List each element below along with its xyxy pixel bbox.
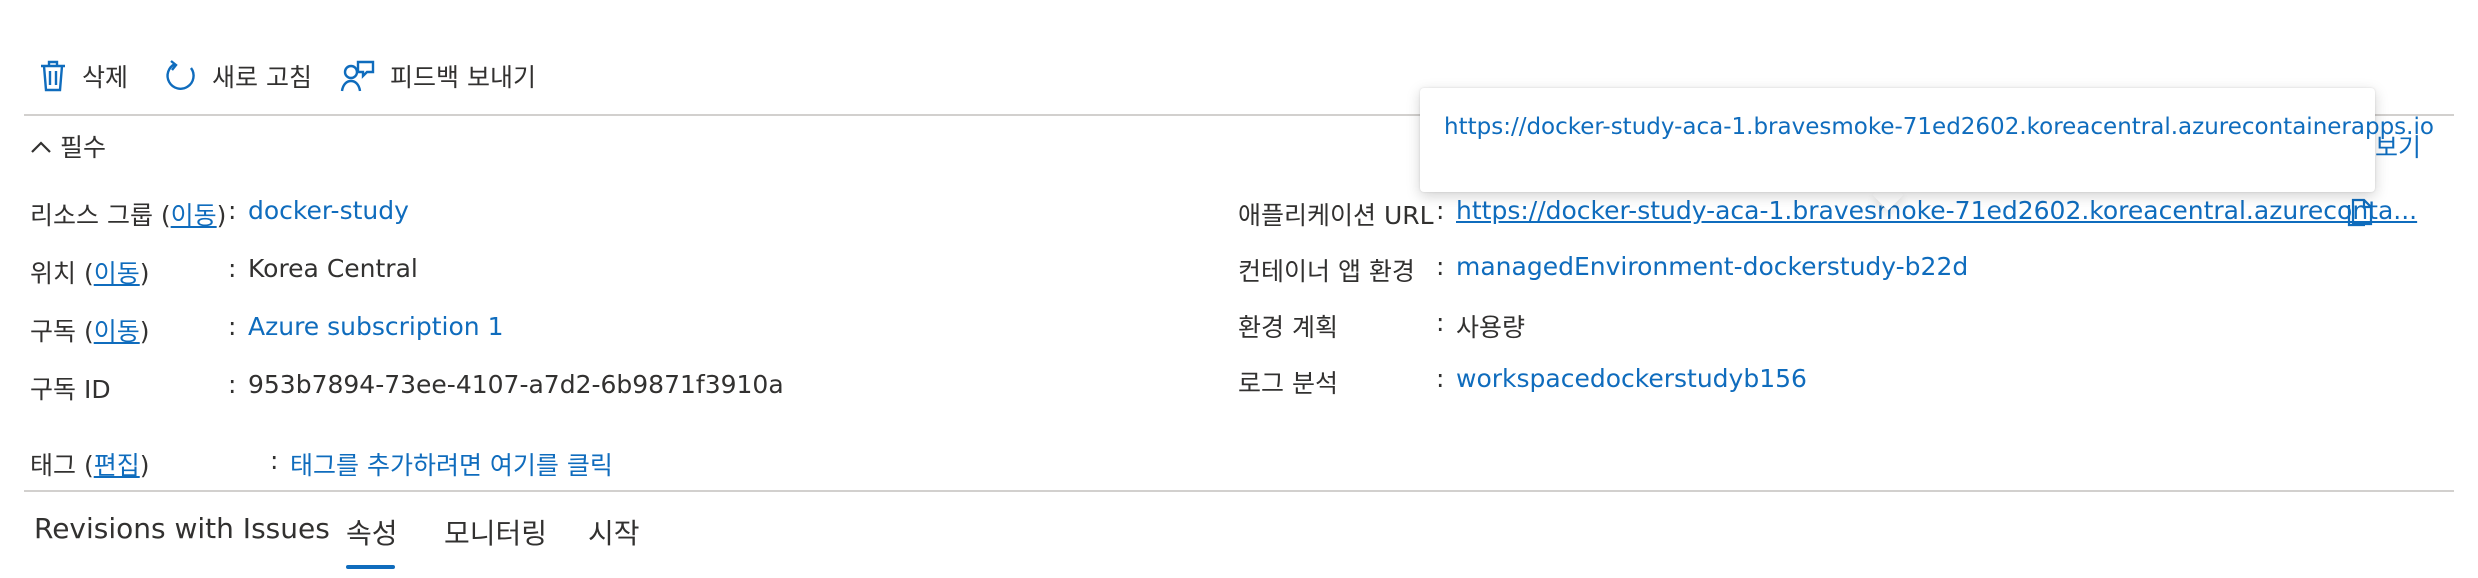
subscription-value[interactable]: Azure subscription 1 [248,312,503,341]
tooltip-url-text: https://docker-study-aca-1.bravesmoke-71… [1444,114,2434,140]
location-value: Korea Central [248,254,418,283]
feedback-icon [340,59,376,93]
copy-url-button[interactable] [2344,196,2374,232]
selected-tab-indicator [346,565,395,569]
tab-monitoring[interactable]: 모니터링 [444,512,547,552]
resource-group-value[interactable]: docker-study [248,196,409,225]
feedback-label: 피드백 보내기 [390,63,536,92]
tab-revisions-with-issues[interactable]: Revisions with Issues [34,512,330,545]
tags-add-link[interactable]: 태그를 추가하려면 여기를 클릭 [290,446,613,482]
subscription-label: 구독 (이동) [30,317,150,346]
log-analytics-value[interactable]: workspacedockerstudyb156 [1456,364,1807,393]
resource-group-label: 리소스 그룹 (이동) [30,201,227,230]
env-plan-value: 사용량 [1456,313,1526,342]
subscription-id-label: 구독 ID [30,375,111,404]
essentials-toggle[interactable]: 필수 [30,128,106,164]
tags-edit-link[interactable]: 편집 [94,451,140,480]
delete-button[interactable]: 삭제 [38,52,128,100]
url-tooltip: https://docker-study-aca-1.bravesmoke-71… [1420,88,2434,192]
trash-icon [38,59,68,93]
delete-label: 삭제 [82,63,129,92]
subscription-id-value: 953b7894-73ee-4107-a7d2-6b9871f3910a [248,370,784,399]
container-env-label: 컨테이너 앱 환경 [1238,257,1415,286]
feedback-button[interactable]: 피드백 보내기 [340,52,536,100]
app-url-link[interactable]: https://docker-study-aca-1.bravesmoke-71… [1456,196,2417,225]
env-plan-label: 환경 계획 [1238,313,1338,342]
location-label: 위치 (이동) [30,259,150,288]
essentials-label: 필수 [60,133,107,162]
log-analytics-label: 로그 분석 [1238,369,1338,398]
container-env-value[interactable]: managedEnvironment-dockerstudy-b22d [1456,252,1968,281]
refresh-icon [164,59,198,93]
copy-icon [2344,198,2374,232]
tab-properties[interactable]: 속성 [346,512,398,552]
tab-getting-started[interactable]: 시작 [588,512,640,552]
location-move-link[interactable]: 이동 [94,259,140,288]
refresh-label: 새로 고침 [212,63,312,92]
tags-label: 태그 (편집) [30,451,150,480]
essentials-divider [24,490,2454,492]
subscription-move-link[interactable]: 이동 [94,317,140,346]
app-url-label: 애플리케이션 URL [1238,201,1434,230]
chevron-up-icon [30,132,52,161]
resource-group-move-link[interactable]: 이동 [171,201,217,230]
refresh-button[interactable]: 새로 고침 [164,52,312,100]
